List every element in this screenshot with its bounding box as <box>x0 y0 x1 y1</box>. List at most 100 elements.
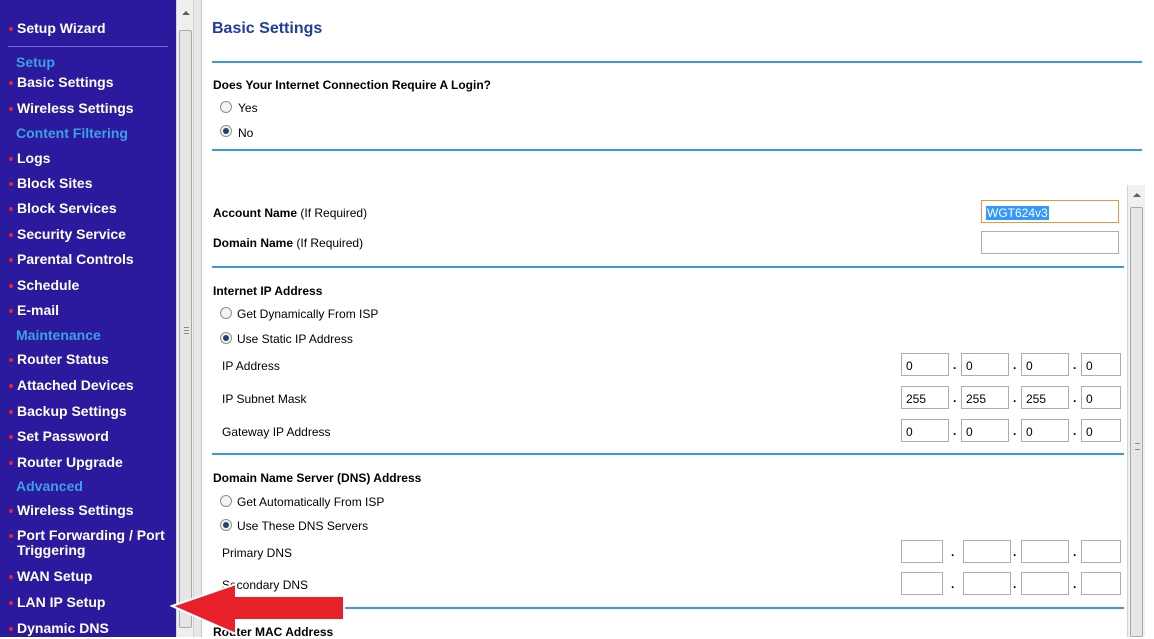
ip-address-label: IP Address <box>222 359 280 373</box>
ip-separator: . <box>1073 577 1077 591</box>
bullet-icon <box>9 284 13 288</box>
dns-static-radio[interactable] <box>220 519 232 531</box>
bullet-icon <box>9 575 13 579</box>
dns-title: Domain Name Server (DNS) Address <box>213 471 422 485</box>
ip-address-octet-1[interactable]: 0 <box>901 353 949 376</box>
bullet-icon <box>9 309 13 313</box>
login-yes-label: Yes <box>238 101 258 115</box>
ip-dynamic-label: Get Dynamically From ISP <box>237 307 379 321</box>
dns-auto-label: Get Automatically From ISP <box>237 495 385 509</box>
ip-separator: . <box>953 424 957 438</box>
primary-dns-octet-1[interactable] <box>901 540 943 563</box>
ip-separator: . <box>1013 358 1017 372</box>
ip-separator: . <box>1013 424 1017 438</box>
content-scrollbar[interactable] <box>1127 185 1145 637</box>
bullet-icon <box>9 157 13 161</box>
bullet-icon <box>9 258 13 262</box>
primary-dns-label: Primary DNS <box>222 546 293 560</box>
ip-separator: . <box>951 545 955 559</box>
ip-address-octet-4[interactable]: 0 <box>1081 353 1121 376</box>
nav-divider <box>8 46 168 47</box>
page-title: Basic Settings <box>212 20 323 37</box>
ip-address-octet-3[interactable]: 0 <box>1021 353 1069 376</box>
red-arrow-icon <box>170 582 345 636</box>
bullet-icon <box>9 107 13 111</box>
bullet-icon <box>9 182 13 186</box>
secondary-dns-octet-2[interactable] <box>963 572 1011 595</box>
bullet-icon <box>9 81 13 85</box>
scroll-up-arrow-icon[interactable] <box>182 11 190 15</box>
section-rule <box>212 453 1124 455</box>
frame-divider[interactable] <box>194 0 202 637</box>
primary-dns-octet-4[interactable] <box>1081 540 1121 563</box>
gateway-octet-3[interactable]: 0 <box>1021 419 1069 442</box>
scrollbar-thumb[interactable] <box>179 30 192 628</box>
account-name-label: Account Name (If Required) <box>213 206 368 220</box>
ip-separator: . <box>953 391 957 405</box>
bullet-icon <box>9 358 13 362</box>
ip-static-radio[interactable] <box>220 332 232 344</box>
subnet-mask-label: IP Subnet Mask <box>222 392 307 406</box>
bullet-icon <box>9 627 13 631</box>
nav-section-content-filtering: Content Filtering <box>16 125 128 141</box>
login-yes-radio[interactable] <box>220 101 232 113</box>
bullet-icon <box>9 461 13 465</box>
ip-static-label: Use Static IP Address <box>237 332 353 346</box>
login-no-radio[interactable] <box>220 125 232 137</box>
login-question: Does Your Internet Connection Require A … <box>213 78 492 92</box>
gateway-label: Gateway IP Address <box>222 425 331 439</box>
bullet-icon <box>9 27 13 31</box>
ip-separator: . <box>1073 545 1077 559</box>
ip-separator: . <box>1073 391 1077 405</box>
ip-address-octet-2[interactable]: 0 <box>961 353 1009 376</box>
section-rule <box>212 266 1124 268</box>
secondary-dns-octet-4[interactable] <box>1081 572 1121 595</box>
main-content: Basic Settings Does Your Internet Connec… <box>202 0 1154 639</box>
bullet-icon <box>9 410 13 414</box>
nav-scrollbar[interactable] <box>176 0 194 637</box>
section-rule <box>212 149 1142 151</box>
login-no-label: No <box>238 126 254 140</box>
ip-separator: . <box>1013 391 1017 405</box>
primary-dns-octet-2[interactable] <box>963 540 1011 563</box>
nav-section-advanced: Advanced <box>16 478 83 494</box>
subnet-mask-octet-1[interactable]: 255 <box>901 386 949 409</box>
bullet-icon <box>9 233 13 237</box>
bullet-icon <box>9 384 13 388</box>
subnet-mask-octet-4[interactable]: 0 <box>1081 386 1121 409</box>
grip-icon <box>184 327 189 334</box>
ip-separator: . <box>1013 545 1017 559</box>
secondary-dns-octet-3[interactable] <box>1021 572 1069 595</box>
gateway-octet-1[interactable]: 0 <box>901 419 949 442</box>
scroll-up-arrow-icon[interactable] <box>1133 193 1141 197</box>
dns-static-label: Use These DNS Servers <box>237 519 369 533</box>
bullet-icon <box>9 534 13 538</box>
nav-section-setup: Setup <box>16 54 55 70</box>
dns-auto-radio[interactable] <box>220 495 232 507</box>
ip-separator: . <box>1013 577 1017 591</box>
bullet-icon <box>9 509 13 513</box>
secondary-dns-octet-1[interactable] <box>901 572 943 595</box>
scrollbar-thumb[interactable] <box>1130 207 1143 637</box>
bullet-icon <box>9 601 13 605</box>
section-rule <box>212 607 1124 609</box>
sidebar-nav: Setup Wizard Setup Basic Settings Wirele… <box>0 0 176 637</box>
bullet-icon <box>9 207 13 211</box>
grip-icon <box>1135 443 1140 450</box>
subnet-mask-octet-3[interactable]: 255 <box>1021 386 1069 409</box>
ip-separator: . <box>951 577 955 591</box>
account-name-input[interactable]: WGT624v3 <box>981 200 1119 223</box>
ip-dynamic-radio[interactable] <box>220 307 232 319</box>
subnet-mask-octet-2[interactable]: 255 <box>961 386 1009 409</box>
gateway-octet-4[interactable]: 0 <box>1081 419 1121 442</box>
ip-separator: . <box>1073 424 1077 438</box>
primary-dns-octet-3[interactable] <box>1021 540 1069 563</box>
domain-name-hint: (If Required) <box>296 236 364 250</box>
domain-name-input[interactable] <box>981 231 1119 254</box>
domain-name-label: Domain Name (If Required) <box>213 236 364 250</box>
ip-separator: . <box>953 358 957 372</box>
gateway-octet-2[interactable]: 0 <box>961 419 1009 442</box>
account-name-hint: (If Required) <box>300 206 368 220</box>
bullet-icon <box>9 435 13 439</box>
ip-separator: . <box>1073 358 1077 372</box>
